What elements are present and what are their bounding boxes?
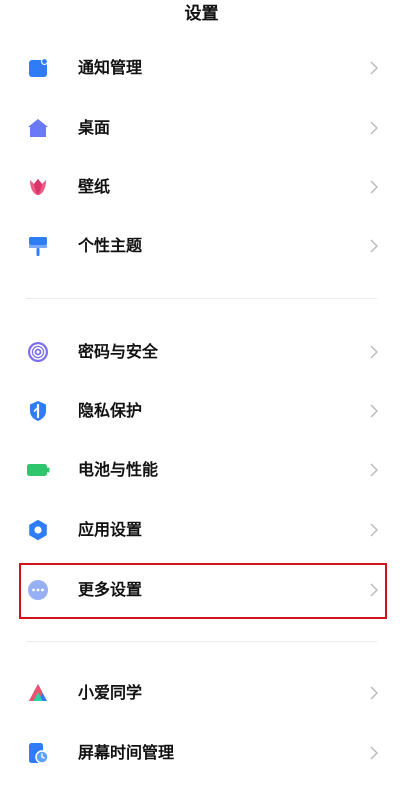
section-divider — [26, 298, 377, 299]
chevron-right-icon — [369, 238, 379, 254]
chevron-right-icon — [369, 685, 379, 701]
notification-icon — [26, 56, 50, 80]
chevron-right-icon — [369, 462, 379, 478]
settings-item-battery-performance[interactable]: 电池与性能 — [0, 440, 403, 500]
settings-item-label: 通知管理 — [78, 58, 143, 77]
settings-item-password-security[interactable]: 密码与安全 — [0, 322, 403, 382]
settings-item-label: 更多设置 — [78, 580, 143, 599]
settings-item-wallpaper[interactable]: 壁纸 — [0, 157, 403, 217]
battery-icon — [26, 458, 50, 482]
shield-icon — [26, 399, 50, 423]
settings-item-label: 个性主题 — [78, 236, 143, 255]
settings-item-label: 密码与安全 — [78, 342, 159, 361]
settings-item-label: 隐私保护 — [78, 401, 143, 420]
settings-item-label: 桌面 — [78, 118, 111, 137]
gear-icon — [26, 518, 50, 542]
settings-item-more-settings[interactable]: 更多设置 — [0, 560, 403, 620]
settings-item-xiaoai[interactable]: 小爱同学 — [0, 663, 403, 723]
page-title: 设置 — [184, 4, 219, 24]
settings-item-notification-management[interactable]: 通知管理 — [0, 38, 403, 98]
chevron-right-icon — [369, 60, 379, 76]
settings-item-privacy-protection[interactable]: 隐私保护 — [0, 381, 403, 441]
xiaoai-icon — [26, 681, 50, 705]
settings-item-desktop[interactable]: 桌面 — [0, 98, 403, 158]
settings-item-screen-time[interactable]: 屏幕时间管理 — [0, 723, 403, 783]
settings-item-label: 壁纸 — [78, 177, 111, 196]
tulip-icon — [26, 175, 50, 199]
paint-roller-icon — [26, 234, 50, 258]
settings-item-personal-theme[interactable]: 个性主题 — [0, 216, 403, 276]
chevron-right-icon — [369, 522, 379, 538]
settings-item-label: 屏幕时间管理 — [78, 743, 175, 762]
more-icon — [26, 578, 50, 602]
settings-item-app-settings[interactable]: 应用设置 — [0, 500, 403, 560]
settings-item-label: 电池与性能 — [78, 460, 159, 479]
chevron-right-icon — [369, 120, 379, 136]
chevron-right-icon — [369, 344, 379, 360]
settings-item-label: 应用设置 — [78, 520, 143, 539]
section-divider — [26, 641, 377, 642]
home-icon — [26, 116, 50, 140]
screen-time-icon — [26, 741, 50, 765]
fingerprint-icon — [26, 340, 50, 364]
settings-item-label: 小爱同学 — [78, 683, 143, 702]
chevron-right-icon — [369, 745, 379, 761]
chevron-right-icon — [369, 179, 379, 195]
chevron-right-icon — [369, 403, 379, 419]
chevron-right-icon — [369, 582, 379, 598]
